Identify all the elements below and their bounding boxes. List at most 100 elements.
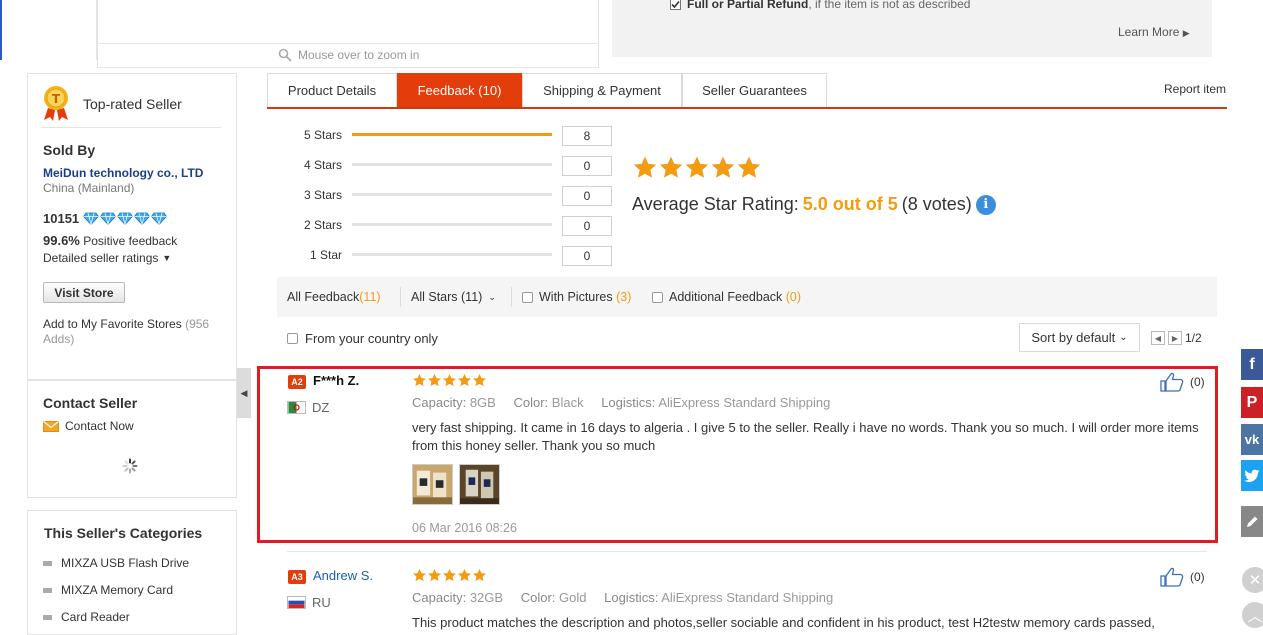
bullet-icon [43, 614, 52, 620]
flag-ru-icon [287, 596, 306, 609]
tab-feedback[interactable]: Feedback (10) [397, 73, 522, 107]
refund-title: Full or Partial Refund [687, 0, 809, 11]
page-indicator: 1/2 [1185, 331, 1202, 345]
like-button[interactable]: (0) [1160, 372, 1205, 392]
logistics-label: Logistics: [604, 590, 659, 605]
review-stars [412, 568, 487, 583]
next-page-button[interactable]: ▶ [1168, 331, 1182, 345]
histogram-count: 0 [562, 186, 612, 206]
review-text: very fast shipping. It came in 16 days t… [412, 420, 1199, 453]
detailed-ratings-dropdown[interactable]: Detailed seller ratings ▼ [43, 251, 171, 265]
prev-page-button[interactable]: ◀ [1151, 331, 1165, 345]
contact-now-label: Contact Now [65, 419, 134, 433]
positive-pct: 99.6% [43, 233, 80, 248]
envelope-icon [43, 420, 59, 432]
store-country: China (Mainland) [43, 181, 135, 195]
average-label: Average Star Rating: [632, 194, 799, 214]
category-item[interactable]: MIXZA Memory Card [43, 583, 173, 597]
contact-now-link[interactable]: Contact Now [43, 419, 134, 433]
histogram-bar-fill [352, 133, 552, 136]
checkbox-additional-feedback[interactable] [652, 291, 663, 303]
edit-pencil-icon[interactable] [1241, 506, 1263, 537]
sort-dropdown[interactable]: Sort by default ⌄ [1019, 323, 1140, 352]
positive-feedback: 99.6% Positive feedback [43, 233, 177, 248]
like-button[interactable]: (0) [1160, 567, 1205, 587]
tab-shipping-payment[interactable]: Shipping & Payment [522, 73, 682, 107]
positive-label: Positive feedback [83, 234, 178, 248]
checkbox-country-only[interactable] [287, 333, 298, 344]
star-icon [428, 373, 441, 387]
diamond-rating [83, 212, 168, 225]
country-code: RU [312, 595, 331, 610]
average-value: 5.0 out of 5 [802, 194, 898, 214]
capacity-value: 32GB [469, 590, 504, 605]
reviewer-name[interactable]: Andrew S. [313, 568, 373, 583]
review-photo-thumbnail[interactable] [412, 464, 453, 505]
filter-country-only[interactable]: From your country only [287, 331, 438, 346]
star-icon [473, 373, 486, 387]
checkbox-with-pictures[interactable] [522, 291, 533, 303]
star-icon [458, 373, 471, 387]
review-photo-thumbnail[interactable] [459, 464, 500, 505]
star-icon [413, 568, 426, 582]
review-date: 06 Mar 2016 08:26 [412, 521, 517, 535]
filter-additional-label: Additional Feedback [669, 290, 783, 304]
visit-store-button[interactable]: Visit Store [43, 282, 125, 303]
histogram-label: 4 Stars [303, 158, 342, 172]
divider [41, 127, 221, 128]
like-count: (0) [1190, 570, 1205, 584]
histogram-count: 0 [562, 246, 612, 266]
filter-all-stars-dropdown[interactable]: All Stars (11) ⌄ [411, 290, 496, 304]
store-name-link[interactable]: MeiDun technology co., LTD [43, 166, 203, 180]
twitter-share-icon[interactable] [1241, 460, 1263, 491]
color-label: Color: [520, 590, 556, 605]
learn-more-link[interactable]: Learn More ▶ [1118, 25, 1190, 39]
vk-share-icon[interactable]: vk [1241, 424, 1263, 455]
report-item-link[interactable]: Report item [1164, 82, 1226, 96]
info-icon[interactable]: i [975, 194, 996, 215]
tab-seller-guarantees[interactable]: Seller Guarantees [682, 73, 827, 107]
seller-score[interactable]: 10151 [43, 211, 168, 226]
histogram-bar [352, 223, 552, 226]
filter-all-stars-label: All Stars (11) [411, 290, 483, 304]
review-product-props: Capacity: 32GB Color: Gold Logistics: Al… [412, 590, 833, 605]
star-icon [428, 568, 441, 582]
star-icon [443, 568, 456, 582]
filter-additional-feedback[interactable]: Additional Feedback (0) [652, 290, 801, 304]
divider [97, 43, 599, 44]
close-icon[interactable]: ✕ [1242, 567, 1263, 593]
add-favorite-store-link[interactable]: Add to My Favorite Stores (956 Adds) [43, 317, 223, 347]
review-stars [412, 373, 487, 388]
histogram-bar [352, 193, 552, 196]
checkbox-checked-icon [670, 0, 681, 10]
average-rating: Average Star Rating: 5.0 out of 5 (8 vot… [632, 194, 996, 215]
tab-product-details[interactable]: Product Details [267, 73, 397, 107]
category-item[interactable]: MIXZA USB Flash Drive [43, 556, 189, 570]
filter-with-pictures[interactable]: With Pictures (3) [522, 290, 631, 304]
logistics-value: AliExpress Standard Shipping [658, 395, 831, 410]
star-icon [413, 373, 426, 387]
refund-text: , if the item is not as described [808, 0, 971, 11]
diamond-icon [100, 212, 117, 225]
sort-label: Sort by default [1031, 330, 1116, 345]
histogram-label: 2 Stars [303, 218, 342, 232]
category-item[interactable]: Card Reader [43, 610, 130, 624]
filter-all-feedback[interactable]: All Feedback(11) [287, 290, 381, 304]
facebook-share-icon[interactable]: f [1241, 349, 1263, 380]
capacity-value: 8GB [469, 395, 496, 410]
star-icon [443, 373, 456, 387]
histogram-bar [352, 133, 552, 136]
country-only-label: From your country only [305, 331, 438, 346]
histogram-label: 1 Star [309, 248, 342, 262]
chevron-left-icon: ◀ [240, 387, 248, 398]
top-rated-medal-icon: T [44, 86, 68, 121]
categories-heading: This Seller's Categories [44, 525, 203, 541]
diamond-icon [83, 212, 100, 225]
histogram-label: 5 Stars [303, 128, 342, 142]
fav-label: Add to My Favorite Stores [43, 317, 182, 331]
pinterest-share-icon[interactable]: P [1241, 387, 1263, 418]
sidebar-collapse-toggle[interactable]: ◀ [237, 368, 251, 418]
scroll-top-icon[interactable]: ︿ [1242, 602, 1263, 628]
svg-text:T: T [52, 92, 61, 106]
top-rated-label: Top-rated Seller [83, 96, 182, 112]
